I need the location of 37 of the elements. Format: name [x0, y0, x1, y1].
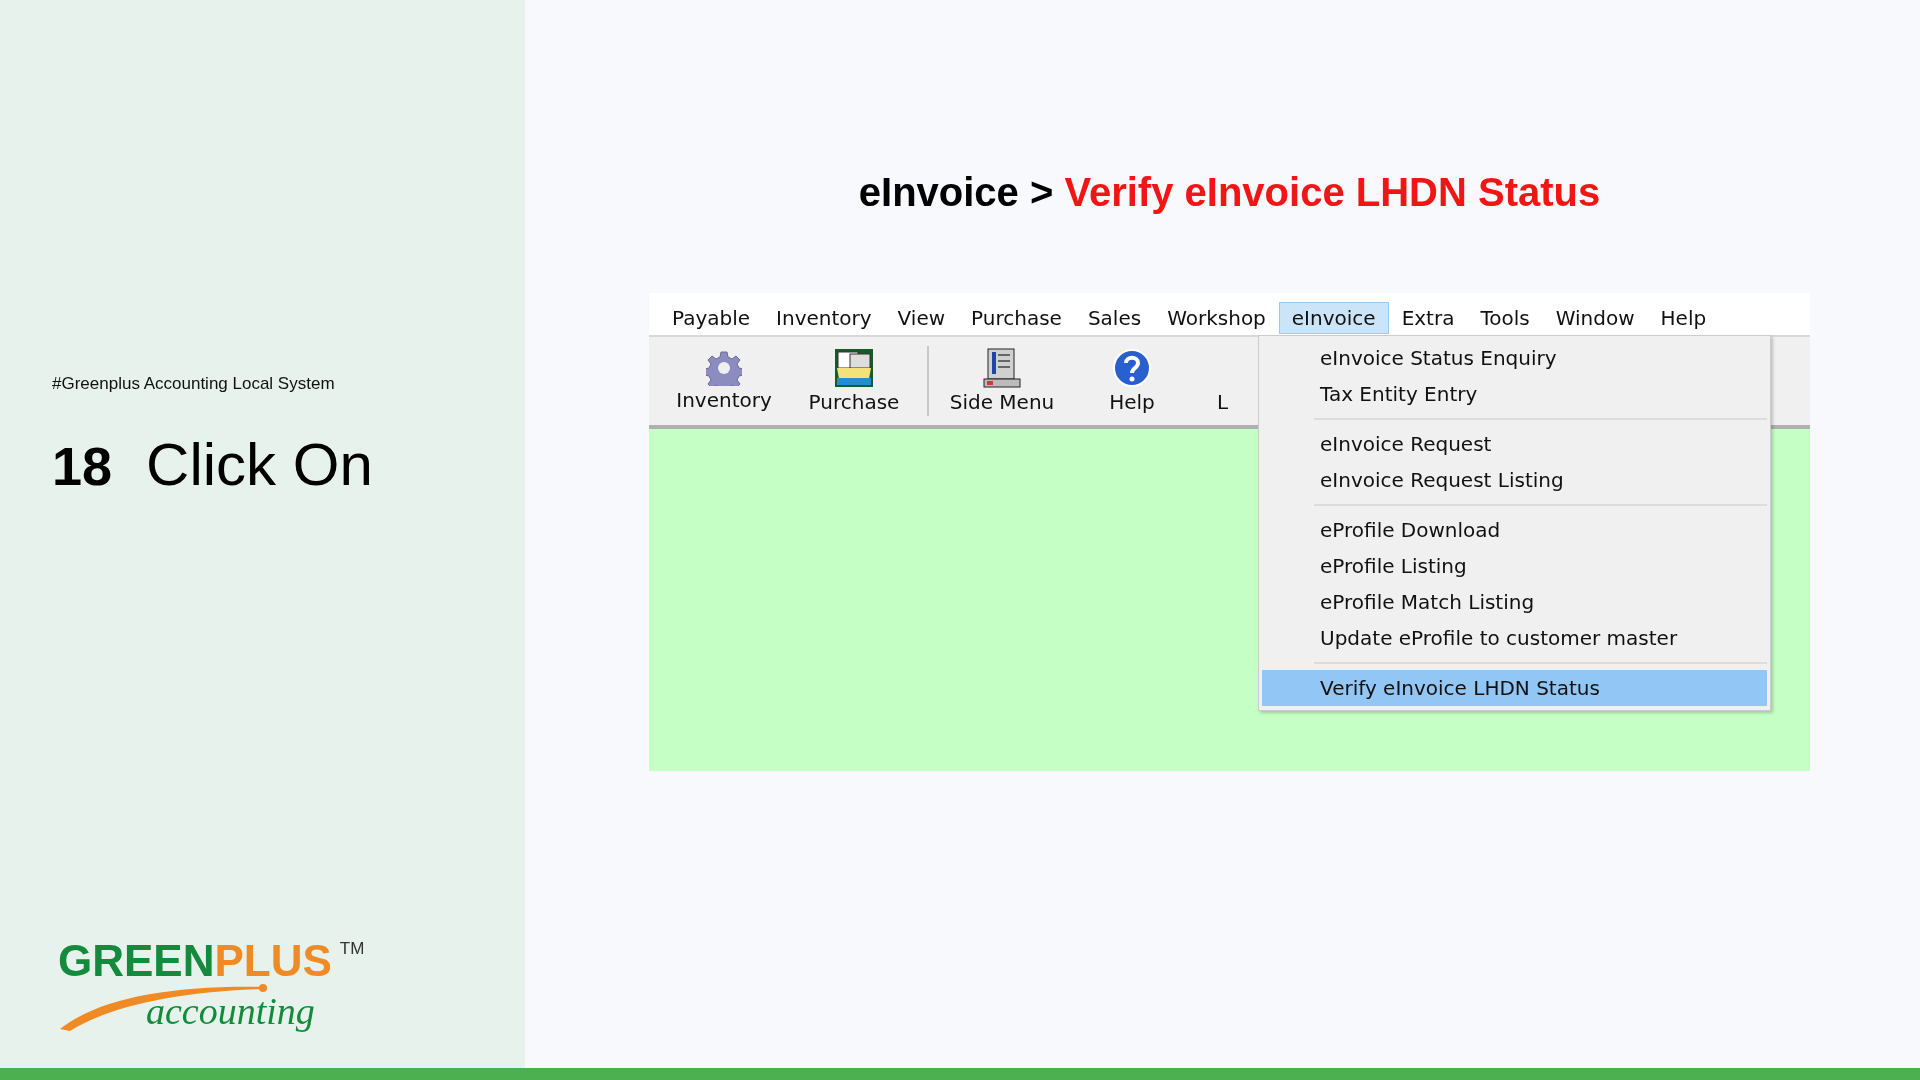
menu-item[interactable]: Workshop — [1154, 301, 1279, 334]
help-icon — [1112, 348, 1152, 388]
folder-documents-icon — [834, 348, 874, 388]
menu-option[interactable]: eInvoice Status Enquiry — [1262, 340, 1767, 376]
menu-option[interactable]: eProfile Listing — [1262, 548, 1767, 584]
menu-option[interactable]: Tax Entity Entry — [1262, 376, 1767, 412]
toolbar-button[interactable]: Purchase — [789, 348, 919, 414]
menu-option[interactable]: eInvoice Request Listing — [1262, 462, 1767, 498]
menu-option[interactable]: eInvoice Request — [1262, 426, 1767, 462]
menu-item[interactable]: Help — [1647, 301, 1720, 334]
logo-text: PLUS — [214, 939, 332, 983]
menu-item[interactable]: View — [884, 301, 959, 334]
menu-item[interactable]: Tools — [1467, 301, 1543, 334]
step-instruction: Click On — [146, 430, 373, 499]
toolbar-button[interactable]: Side Menu — [937, 348, 1067, 414]
menu-item[interactable]: Purchase — [958, 301, 1075, 334]
menu-option[interactable]: Update eProfile to customer master — [1262, 620, 1767, 656]
logo-text: GREEN — [58, 939, 215, 983]
trademark-mark: TM — [339, 939, 365, 959]
menu-item[interactable]: eInvoice — [1278, 301, 1389, 334]
menu-option[interactable]: Verify eInvoice LHDN Status — [1262, 670, 1767, 706]
menu-item[interactable]: Extra — [1388, 301, 1468, 334]
toolbar-button[interactable]: Inventory — [659, 350, 789, 412]
menu-option[interactable]: eProfile Download — [1262, 512, 1767, 548]
computer-icon — [982, 348, 1022, 388]
toolbar-button[interactable]: Help — [1067, 348, 1197, 414]
menu-item[interactable]: Window — [1542, 301, 1648, 334]
menu-item[interactable]: Sales — [1074, 301, 1155, 334]
menu-option[interactable]: eProfile Match Listing — [1262, 584, 1767, 620]
menu-item[interactable]: Inventory — [763, 301, 885, 334]
gear-icon — [706, 350, 742, 386]
slide-title: eInvoice > Verify eInvoice LHDN Status — [857, 170, 1602, 215]
logo-subtitle: accounting — [146, 989, 315, 1033]
menu-item[interactable]: Payable — [659, 301, 764, 334]
toolbar-button[interactable]: L — [1217, 348, 1257, 414]
tagline: #Greenplus Accounting Local System — [52, 374, 336, 394]
step-number: 18 — [52, 435, 113, 497]
